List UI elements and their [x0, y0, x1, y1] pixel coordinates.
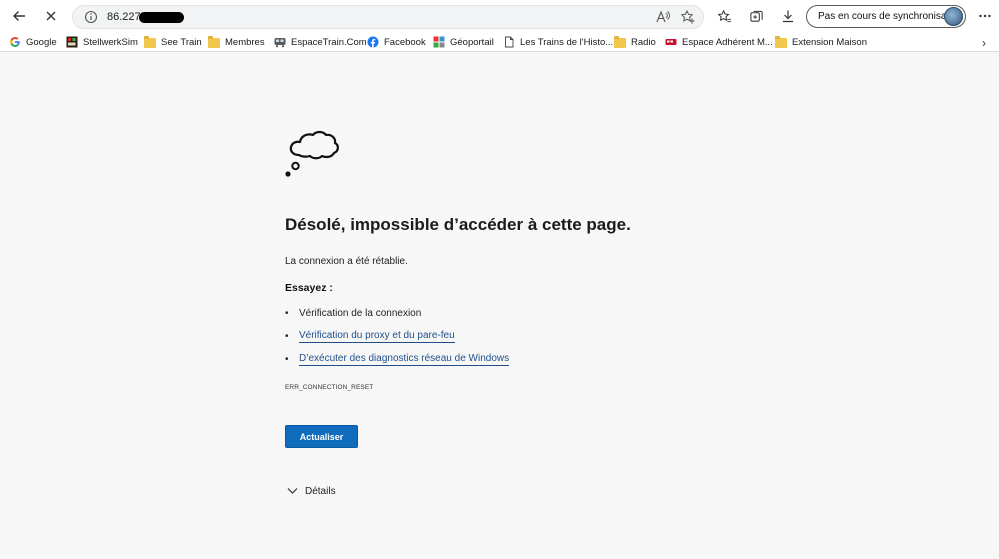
redacted-url-portion — [139, 12, 184, 23]
download-icon — [783, 10, 793, 23]
collections-icon — [749, 10, 763, 22]
bookmark-les-trains[interactable]: Les Trains de l'Histo... — [503, 35, 613, 49]
chevron-right-icon[interactable]: › — [982, 36, 986, 50]
error-message: La connexion a été rétablie. — [285, 256, 408, 267]
more-options-icon — [979, 14, 991, 18]
close-icon — [46, 11, 56, 21]
details-label: Détails — [305, 485, 336, 497]
details-toggle[interactable]: Détails — [287, 484, 336, 498]
bookmark-label: Membres — [225, 36, 265, 48]
avatar — [944, 7, 963, 26]
bookmark-label: Géoportail — [450, 36, 494, 48]
folder-icon — [775, 35, 787, 48]
url-text[interactable]: 86.227 — [107, 11, 141, 23]
thought-cloud-icon — [285, 130, 339, 177]
profile-sync-button[interactable]: Pas en cours de synchronisation — [806, 5, 966, 28]
suggestion-proxy-firewall-link[interactable]: Vérification du proxy et du pare-feu — [299, 330, 455, 343]
bookmark-see-train[interactable]: See Train — [144, 35, 202, 49]
bookmark-label: Les Trains de l'Histo... — [520, 36, 614, 48]
bookmark-label: Espace Adhérent M... — [682, 36, 773, 48]
suggestion-item: • Vérification de la connexion — [285, 306, 421, 320]
suggestion-item: • D’exécuter des diagnostics réseau de W… — [285, 352, 510, 366]
bookmark-label: Radio — [631, 36, 656, 48]
collections-button[interactable] — [744, 4, 768, 28]
bookmark-label: EspaceTrain.Com — [291, 36, 367, 48]
bookmark-membres[interactable]: Membres — [208, 35, 265, 49]
adherent-icon — [665, 39, 677, 45]
bookmark-espacetrain[interactable]: EspaceTrain.Com — [274, 35, 367, 49]
bookmark-google[interactable]: Google — [9, 35, 57, 49]
back-button[interactable] — [7, 4, 31, 28]
bullet: • — [285, 330, 289, 342]
info-icon[interactable] — [83, 9, 99, 25]
bookmark-extension-maison[interactable]: Extension Maison — [775, 35, 867, 49]
refresh-button[interactable]: Actualiser — [285, 425, 358, 448]
bookmark-label: Extension Maison — [792, 36, 867, 48]
add-favorite-icon[interactable] — [680, 9, 696, 25]
error-code: ERR_CONNECTION_RESET — [285, 384, 374, 391]
bookmark-label: Google — [26, 36, 57, 48]
downloads-button[interactable] — [776, 4, 800, 28]
suggestion-windows-diagnostics-link[interactable]: D’exécuter des diagnostics réseau de Win… — [299, 353, 510, 366]
error-page: Désolé, impossible d’accéder à cette pag… — [0, 53, 999, 559]
page-icon — [505, 36, 514, 48]
geoportail-icon — [433, 36, 445, 48]
bullet: • — [285, 307, 289, 319]
sync-status-label: Pas en cours de synchronisation — [818, 11, 963, 22]
bookmark-label: See Train — [161, 36, 202, 48]
bookmark-radio[interactable]: Radio — [614, 35, 656, 49]
favorites-button[interactable] — [712, 4, 736, 28]
page-title: Désolé, impossible d’accéder à cette pag… — [285, 215, 631, 234]
folder-icon — [144, 35, 156, 48]
address-bar[interactable]: 86.227 — [72, 5, 704, 29]
bookmark-geoportail[interactable]: Géoportail — [433, 35, 494, 49]
back-arrow-icon — [13, 11, 25, 21]
stellwerksim-icon — [66, 36, 78, 48]
folder-icon — [614, 35, 626, 48]
google-icon — [10, 37, 20, 47]
favorites-star-icon — [717, 9, 731, 22]
bullet: • — [285, 353, 289, 365]
chevron-down-icon — [287, 488, 298, 494]
stop-loading-button[interactable] — [39, 4, 63, 28]
bookmark-facebook[interactable]: Facebook — [367, 35, 426, 49]
read-aloud-icon[interactable] — [655, 9, 671, 25]
browser-toolbar: 86.227 Pas en cours de synchronisation — [0, 0, 999, 32]
bookmark-label: Facebook — [384, 36, 426, 48]
suggestion-item: • Vérification du proxy et du pare-feu — [285, 329, 455, 343]
bookmark-stellwerksim[interactable]: StellwerkSim — [66, 35, 138, 49]
bookmark-label: StellwerkSim — [83, 36, 138, 48]
suggestion-check-connection: Vérification de la connexion — [299, 307, 422, 319]
bookmark-espace-adherent[interactable]: Espace Adhérent M... — [665, 35, 773, 49]
folder-icon — [208, 35, 220, 48]
facebook-icon — [367, 36, 379, 48]
try-heading: Essayez : — [285, 282, 333, 294]
settings-menu-button[interactable] — [973, 4, 997, 28]
espacetrain-icon — [274, 38, 286, 48]
bookmarks-bar: Google StellwerkSim See Train Membres Es… — [0, 32, 999, 52]
